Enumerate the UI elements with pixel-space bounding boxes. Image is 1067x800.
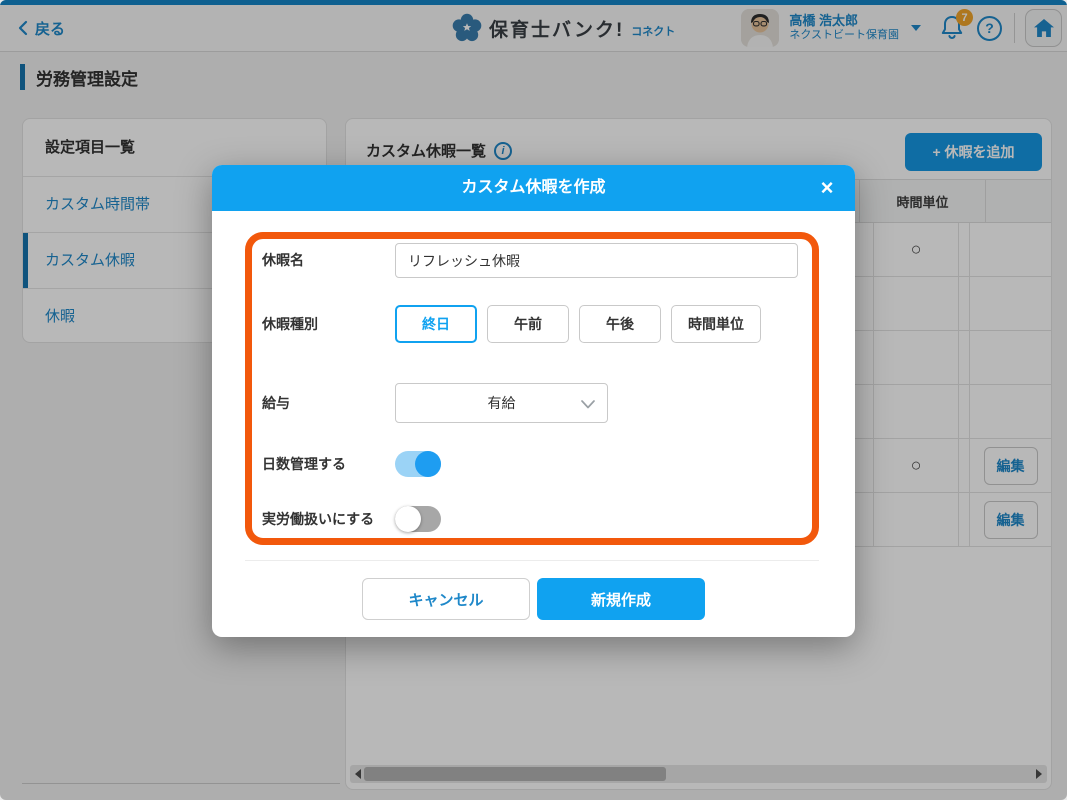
manage-days-toggle[interactable] <box>395 451 441 477</box>
type-option-hourly[interactable]: 時間単位 <box>671 305 761 343</box>
actual-work-toggle[interactable] <box>395 506 441 532</box>
toggle-knob <box>415 451 441 477</box>
modal-footer-divider <box>245 560 819 561</box>
modal-header: カスタム休暇を作成 × <box>212 165 855 211</box>
pay-label: 給与 <box>262 395 290 411</box>
chevron-down-icon <box>581 400 595 409</box>
vacation-name-label: 休暇名 <box>262 252 304 268</box>
toggle-knob <box>395 506 421 532</box>
actual-work-label: 実労働扱いにする <box>262 511 375 527</box>
modal-title: カスタム休暇を作成 <box>461 179 606 196</box>
type-option-afternoon[interactable]: 午後 <box>579 305 661 343</box>
pay-selected-value: 有給 <box>487 395 516 411</box>
create-button[interactable]: 新規作成 <box>537 578 705 620</box>
type-option-morning[interactable]: 午前 <box>487 305 569 343</box>
type-option-full-day[interactable]: 終日 <box>395 305 477 343</box>
manage-days-label: 日数管理する <box>262 456 346 472</box>
close-icon: × <box>820 175 834 200</box>
close-button[interactable]: × <box>799 165 855 211</box>
pay-select[interactable]: 有給 <box>395 383 608 423</box>
create-custom-vacation-modal: カスタム休暇を作成 × 休暇名 休暇種別 終日 午前 午後 時間単位 給与 有給… <box>212 165 855 637</box>
app-window: 戻る 保育士バンク! コネクト 高橋 浩太郎 ネクストビート保育園 7 ? 労務… <box>0 0 1067 800</box>
vacation-name-input[interactable] <box>395 243 798 278</box>
vacation-type-segment: 終日 午前 午後 時間単位 <box>395 305 761 343</box>
vacation-type-label: 休暇種別 <box>262 316 318 332</box>
cancel-button[interactable]: キャンセル <box>362 578 530 620</box>
